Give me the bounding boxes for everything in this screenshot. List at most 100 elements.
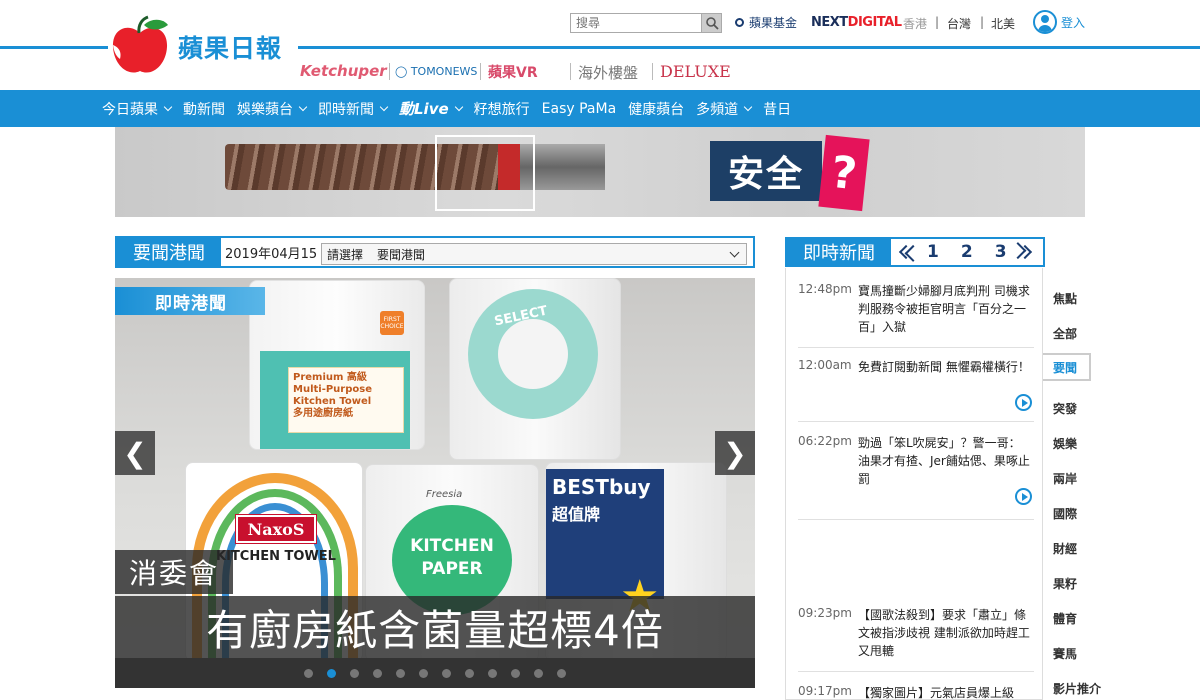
news-item[interactable]: 06:22pm 勁過「笨L吹屍安」？警一哥：油果才有揸、Jer餔姑偲、果啄止罰 (798, 434, 1034, 520)
next-digital-logo[interactable]: NEXTDIGITAL (811, 15, 902, 30)
nav-item-label: 昔日 (763, 101, 792, 118)
category-tab[interactable]: 全部 (1053, 325, 1077, 342)
slide-dot[interactable] (534, 668, 543, 678)
slide-dot[interactable] (327, 668, 336, 678)
play-video-icon[interactable] (1015, 488, 1032, 505)
hero-tag: 即時港聞 (115, 287, 265, 315)
slide-dot[interactable] (557, 668, 566, 678)
nav-item[interactable]: 娛樂蘋台 (237, 99, 308, 119)
category-tab[interactable]: 要聞 (1043, 353, 1091, 381)
category-tab[interactable]: 突發 (1053, 400, 1077, 417)
fund-dot-icon (735, 18, 744, 27)
search-button[interactable] (701, 14, 721, 32)
chevron-down-icon (729, 247, 740, 258)
nav-item[interactable]: 動新聞 (183, 99, 225, 119)
nav-item[interactable]: 籽想旅行 (474, 99, 530, 119)
next-logo-part-b: DIGITAL (847, 15, 902, 30)
region-north-america[interactable]: 北美 (991, 15, 1015, 32)
apple-fund-label: 蘋果基金 (749, 16, 798, 30)
section-select[interactable]: 請選擇 要聞港聞 (321, 243, 747, 265)
package-brand: BESTbuy (552, 475, 651, 499)
partner-divider (480, 63, 481, 80)
news-headline[interactable]: 【獨家圖片】元氣店員爆上級 (858, 684, 1032, 700)
hero-title[interactable]: 有廚房紙含菌量超標4倍 (115, 596, 755, 658)
hero-slideshow[interactable]: Premium 高級 Multi-Purpose Kitchen Towel 多… (115, 278, 755, 688)
search-box (570, 13, 722, 33)
slide-dot[interactable] (304, 668, 313, 678)
user-icon (1033, 10, 1057, 34)
slide-dot[interactable] (373, 668, 382, 678)
nav-item[interactable]: 健康蘋台 (628, 99, 684, 119)
category-tab[interactable]: 娛樂 (1053, 435, 1077, 452)
prev-slide-button[interactable]: ❮ (115, 431, 155, 475)
category-tab[interactable]: 果籽 (1053, 575, 1077, 592)
nav-item[interactable]: 動Live (399, 98, 463, 119)
play-video-icon[interactable] (1015, 394, 1032, 411)
category-tab[interactable]: 國際 (1053, 505, 1077, 522)
partner-divider (389, 63, 390, 80)
news-headline[interactable]: 【國歌法殺到】要求「肅立」條文被指涉歧視 建制派欲加時趕工又甩轆 (858, 606, 1032, 660)
partner-deluxe[interactable]: DELUXE (660, 62, 731, 81)
slide-dot[interactable] (442, 668, 451, 678)
nav-item-label: 動Live (399, 100, 449, 118)
hero-subtitle[interactable]: 消委會 (115, 550, 234, 594)
nav-item-label: 動新聞 (183, 101, 225, 118)
nav-item[interactable]: 即時新聞 (318, 99, 389, 119)
news-headline[interactable]: 勁過「笨L吹屍安」？警一哥：油果才有揸、Jer餔姑偲、果啄止罰 (858, 434, 1032, 488)
chevron-down-icon (298, 102, 308, 112)
page-1[interactable]: 1 (927, 242, 939, 262)
region-separator: | (935, 15, 940, 29)
section-date: 2019年04月15 (225, 247, 318, 262)
slide-dot[interactable] (350, 668, 359, 678)
region-taiwan[interactable]: 台灣 (947, 15, 971, 32)
category-tab[interactable]: 賽馬 (1053, 645, 1077, 662)
partner-apple-vr[interactable]: 蘋果VR (488, 62, 538, 82)
partner-tomonews[interactable]: ◯ TOMONEWS (395, 65, 477, 78)
category-tab[interactable]: 焦點 (1053, 290, 1077, 307)
slide-dot[interactable] (465, 668, 474, 678)
search-input[interactable] (571, 14, 701, 32)
partner-overseas-property[interactable]: 海外樓盤 (578, 62, 638, 83)
news-item[interactable]: 12:48pm 寶馬撞斷少婦腳月底判刑 司機求判服務令被拒官明言「百分之一百」入… (798, 282, 1034, 348)
news-headline[interactable]: 免費訂閱動新聞 無懼霸權橫行！ (858, 358, 1032, 376)
nav-item[interactable]: 昔日 (763, 99, 791, 119)
nav-item-label: 健康蘋台 (628, 101, 685, 118)
banner-ad[interactable]: 安全 ? (115, 127, 1085, 217)
site-logo[interactable]: 蘋果日報 (108, 12, 298, 82)
slide-dot[interactable] (419, 668, 428, 678)
news-item[interactable]: 09:17pm 【獨家圖片】元氣店員爆上級 (798, 684, 1034, 700)
slide-dot[interactable] (488, 668, 497, 678)
news-headline[interactable]: 寶馬撞斷少婦腳月底判刑 司機求判服務令被拒官明言「百分之一百」入獄 (858, 282, 1032, 336)
next-slide-button[interactable]: ❯ (715, 431, 755, 475)
category-tab[interactable]: 財經 (1053, 540, 1077, 557)
page-3[interactable]: 3 (995, 242, 1007, 262)
main-nav: 今日蘋果 動新聞 娛樂蘋台 即時新聞 動Live 籽想旅行 Easy PaMa 健康蘋台 多頻道… (0, 90, 1200, 127)
apple-fund-link[interactable]: 蘋果基金 (735, 14, 797, 31)
nav-item[interactable]: Easy PaMa (542, 101, 617, 117)
partner-ketchuper[interactable]: Ketchuper (300, 62, 387, 80)
category-tab[interactable]: 體育 (1053, 610, 1077, 627)
nav-item[interactable]: 今日蘋果 (102, 99, 173, 119)
news-time: 09:23pm (798, 606, 852, 620)
news-item[interactable]: 09:23pm 【國歌法殺到】要求「肅立」條文被指涉歧視 建制派欲加時趕工又甩轆 (798, 606, 1034, 672)
nav-item-label: 多頻道 (696, 101, 739, 118)
nav-item[interactable]: 多頻道 (696, 99, 753, 119)
page-2[interactable]: 2 (961, 242, 973, 262)
next-logo-part-a: NEXT (811, 15, 848, 30)
slide-dot[interactable] (396, 668, 405, 678)
package-ring-inner (498, 319, 568, 389)
news-item[interactable]: 12:00am 免費訂閱動新聞 無懼霸權橫行！ (798, 358, 1034, 422)
search-icon (705, 17, 719, 30)
nav-item-label: 今日蘋果 (102, 101, 158, 118)
chevron-down-icon (379, 102, 389, 112)
partner-divider (652, 63, 653, 80)
realtime-pagination: 1 2 3 (895, 239, 1032, 265)
package-label: KITCHEN PAPER (410, 536, 494, 579)
category-tab[interactable]: 影片推介 (1053, 680, 1101, 697)
login-button[interactable]: 登入 (1033, 10, 1085, 34)
chevrons-right-icon[interactable] (1017, 244, 1032, 260)
chevrons-left-icon[interactable] (898, 244, 914, 260)
slide-dot[interactable] (511, 668, 520, 678)
region-hongkong[interactable]: 香港 (903, 15, 927, 32)
category-tab[interactable]: 兩岸 (1053, 470, 1077, 487)
